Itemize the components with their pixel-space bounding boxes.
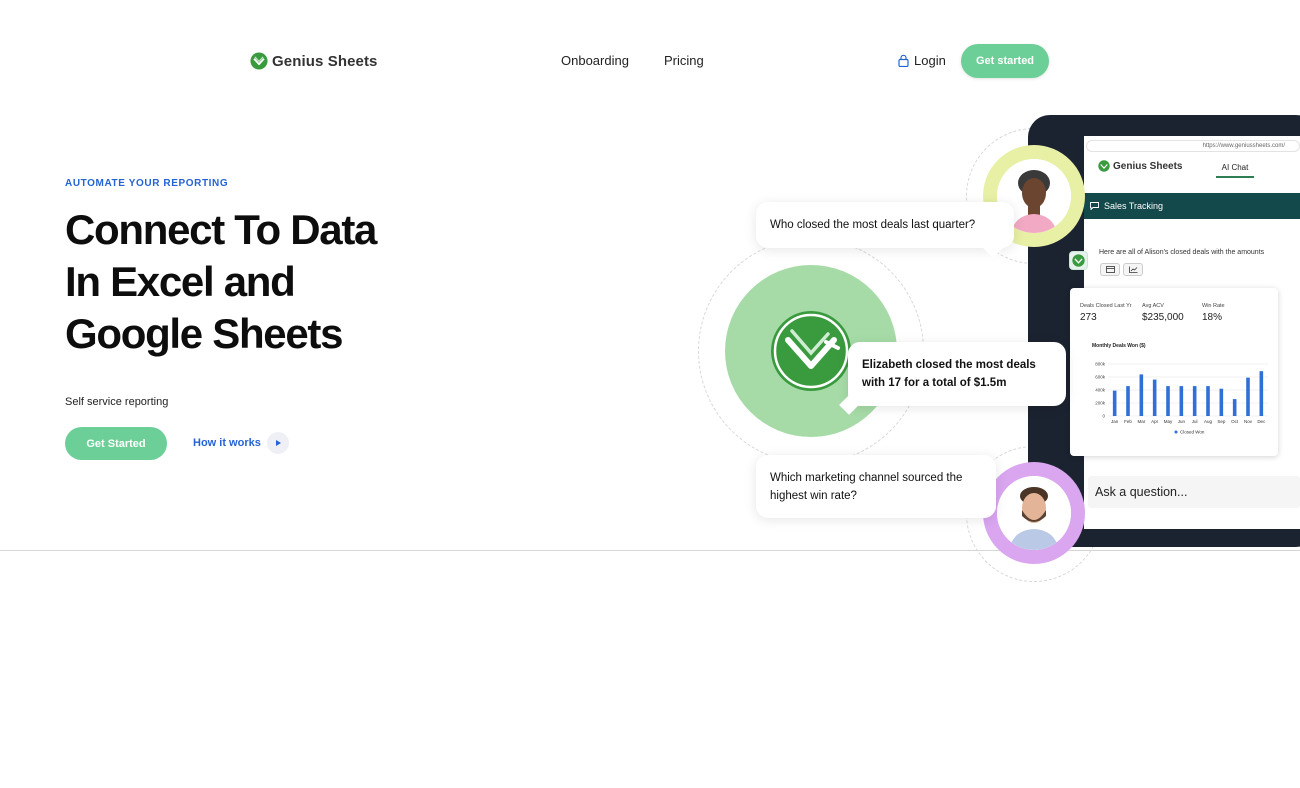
chart-bar [1219, 388, 1224, 416]
table-view-icon[interactable] [1100, 263, 1120, 276]
chart-bar [1192, 386, 1197, 416]
x-tick-label: Sep [1217, 419, 1226, 424]
nav-onboarding[interactable]: Onboarding [561, 53, 629, 68]
x-tick-label: Nov [1244, 419, 1253, 424]
genius-sheets-logo-icon [1072, 254, 1085, 267]
stat-value-win-rate: 18% [1202, 312, 1223, 323]
stat-label-win-rate: Win Rate [1202, 303, 1225, 309]
chart-bar [1166, 386, 1170, 416]
legend-marker [1174, 430, 1178, 434]
x-tick-label: Jul [1192, 419, 1198, 424]
genius-sheets-badge-icon [771, 311, 851, 391]
x-tick-label: Feb [1124, 419, 1132, 424]
how-it-works-label: How it works [193, 437, 261, 449]
get-started-hero-button[interactable]: Get Started [65, 427, 167, 460]
y-tick-label: 800k [1095, 362, 1106, 367]
stat-value-acv: $235,000 [1142, 312, 1184, 323]
chart-title: Monthly Deals Won ($) [1092, 343, 1146, 349]
chart-bar [1152, 379, 1157, 416]
stat-label-deals: Deals Closed Last Yr [1080, 303, 1132, 309]
sheet-title: Sales Tracking [1104, 201, 1164, 211]
x-tick-label: Dec [1257, 419, 1266, 424]
chart-bar [1206, 386, 1210, 416]
how-it-works-link[interactable]: How it works [193, 432, 289, 454]
get-started-header-button[interactable]: Get started [961, 44, 1049, 78]
chart-view-icon[interactable] [1123, 263, 1143, 276]
brand-logo[interactable]: Genius Sheets [250, 52, 378, 70]
question-bubble-2: Which marketing channel sourced the high… [756, 455, 996, 518]
x-tick-label: Oct [1231, 419, 1239, 424]
y-tick-label: 0 [1102, 414, 1105, 419]
url-bar: https://www.geniussheets.com/ [1086, 140, 1300, 152]
ask-question-input[interactable]: Ask a question... [1088, 476, 1300, 508]
chart-bar [1112, 390, 1117, 416]
answer-text: Elizabeth closed the most deals with 17 … [862, 359, 1036, 389]
genius-sheets-logo-icon [1098, 160, 1110, 172]
x-tick-label: Aug [1204, 419, 1213, 424]
app-brand-name: Genius Sheets [1113, 160, 1183, 172]
y-tick-label: 200k [1095, 401, 1106, 406]
play-icon[interactable] [266, 432, 289, 454]
bot-avatar [1069, 251, 1088, 270]
question-bubble-1: Who closed the most deals last quarter? [756, 202, 1014, 248]
x-tick-label: Jan [1111, 419, 1119, 424]
chart-bar [1139, 374, 1144, 416]
chat-bubble-icon [1090, 202, 1099, 210]
genius-sheets-logo-icon [250, 52, 268, 70]
monthly-deals-chart: 0 200k 400k 600k 800k Jan Feb Mar Apr May Jun Jul Au… [1095, 362, 1268, 435]
y-tick-label: 600k [1095, 375, 1106, 380]
x-tick-label: Mar [1137, 419, 1145, 424]
section-divider [0, 550, 1300, 551]
chart-bar [1259, 371, 1264, 416]
x-tick-label: Apr [1151, 419, 1159, 424]
login-label: Login [914, 53, 946, 68]
question-1-text: Who closed the most deals last quarter? [770, 219, 976, 231]
hero-subtext: Self service reporting [65, 396, 169, 408]
bot-reply-text: Here are all of Alison's closed deals wi… [1099, 249, 1265, 256]
nav-pricing[interactable]: Pricing [664, 53, 704, 68]
chart-bar [1232, 399, 1237, 416]
avatar-man [997, 476, 1071, 550]
lock-icon [898, 54, 909, 67]
sheet-title-bar: Sales Tracking [1084, 193, 1300, 219]
tab-ai-chat[interactable]: AI Chat [1216, 163, 1254, 178]
stat-label-acv: Avg ACV [1142, 303, 1164, 309]
app-logo: Genius Sheets [1098, 160, 1182, 172]
headline-line-3: Google Sheets [65, 310, 343, 357]
question-2-text: Which marketing channel sourced the high… [770, 471, 963, 502]
chart-bar [1126, 386, 1130, 416]
stat-value-deals: 273 [1080, 312, 1097, 323]
brand-name: Genius Sheets [272, 52, 378, 70]
chart-bar [1179, 386, 1184, 416]
legend-label: Closed Won [1180, 430, 1205, 435]
y-tick-label: 400k [1095, 388, 1106, 393]
login-link[interactable]: Login [898, 53, 946, 68]
x-tick-label: May [1164, 419, 1173, 424]
hero-eyebrow: AUTOMATE YOUR REPORTING [65, 178, 229, 189]
headline-line-1: Connect To Data [65, 206, 377, 253]
hero-headline: Connect To Data In Excel and Google Shee… [65, 204, 377, 360]
headline-line-2: In Excel and [65, 258, 296, 305]
x-tick-label: Jun [1178, 419, 1186, 424]
chart-bar [1246, 377, 1250, 416]
answer-bubble: Elizabeth closed the most deals with 17 … [848, 342, 1066, 406]
